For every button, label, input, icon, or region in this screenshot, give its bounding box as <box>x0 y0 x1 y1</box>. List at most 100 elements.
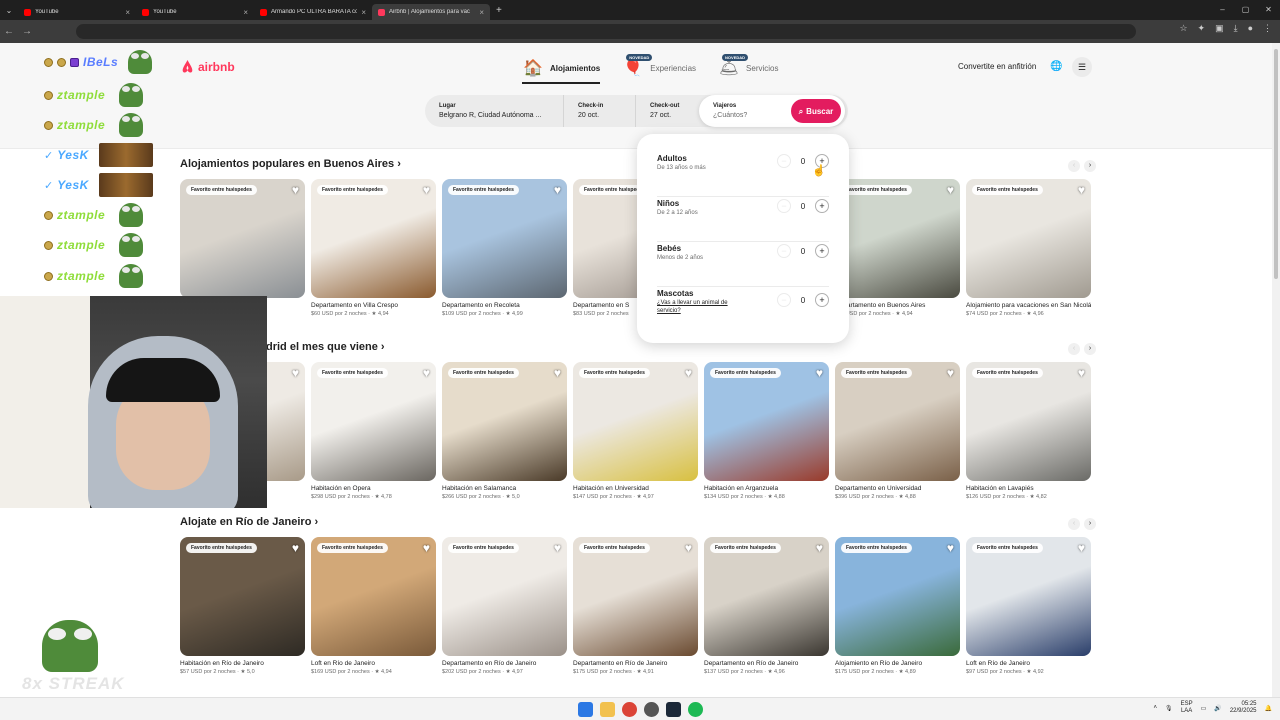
heart-icon[interactable]: ♥ <box>292 366 299 380</box>
heart-icon[interactable]: ♥ <box>554 366 561 380</box>
decrement-button[interactable]: − <box>777 244 791 258</box>
heart-icon[interactable]: ♥ <box>423 183 430 197</box>
tab-close-icon[interactable]: × <box>479 8 484 17</box>
browser-tab[interactable]: YouTube × <box>136 4 254 20</box>
listing-card[interactable]: Favorito entre huéspedes ♥ Habitación en L… <box>966 362 1091 501</box>
clock[interactable]: 05:25 22/9/2025 <box>1230 701 1257 715</box>
listing-card[interactable]: Favorito entre huéspedes ♥ Alojamiento par… <box>966 179 1091 318</box>
tab-servicios[interactable]: 🛎 NOVEDAD Servicios <box>718 53 779 83</box>
next-arrow-icon[interactable]: › <box>1084 343 1096 355</box>
puzzle-icon[interactable]: ▣ <box>1215 23 1224 34</box>
listing-card[interactable]: Favorito entre huéspedes ♥ Habitación en R… <box>180 537 305 676</box>
listing-photo[interactable]: Favorito entre huéspedes ♥ <box>311 537 436 656</box>
microphone-icon[interactable]: 🎙 <box>1165 705 1173 712</box>
listing-card[interactable]: Favorito entre huéspedes ♥ Departamento en… <box>573 537 698 676</box>
checkin-field[interactable]: Check-in 20 oct. <box>563 95 635 127</box>
increment-button[interactable]: + <box>815 199 829 213</box>
url-field[interactable] <box>76 24 1136 39</box>
decrement-button[interactable]: − <box>777 199 791 213</box>
place-field[interactable]: Lugar Belgrano R, Ciudad Autónoma ... <box>425 95 563 127</box>
listing-photo[interactable]: Favorito entre huéspedes ♥ <box>966 362 1091 481</box>
listing-photo[interactable]: Favorito entre huéspedes ♥ <box>180 179 305 298</box>
forward-icon[interactable]: → <box>18 26 36 37</box>
guests-field[interactable]: Viajeros ¿Cuántos? ⌕ Buscar <box>699 95 845 127</box>
checkout-field[interactable]: Check-out 27 oct. <box>635 95 699 127</box>
listing-card[interactable]: Favorito entre huéspedes ♥ Loft en Río de … <box>311 537 436 676</box>
listing-photo[interactable]: Favorito entre huéspedes ♥ <box>835 179 960 298</box>
profile-avatar[interactable]: ● <box>1248 23 1253 34</box>
decrement-button[interactable]: − <box>777 154 791 168</box>
increment-button[interactable]: + <box>815 244 829 258</box>
listing-photo[interactable]: Favorito entre huéspedes ♥ <box>835 537 960 656</box>
listing-photo[interactable]: Favorito entre huéspedes ♥ <box>704 537 829 656</box>
heart-icon[interactable]: ♥ <box>1078 541 1085 555</box>
heart-icon[interactable]: ♥ <box>292 183 299 197</box>
become-host-link[interactable]: Convertite en anfitrión <box>958 62 1036 71</box>
listing-card[interactable]: Favorito entre huéspedes ♥ Departamento en… <box>442 537 567 676</box>
browser-menu-icon[interactable]: ⋮ <box>1263 23 1272 34</box>
listing-photo[interactable]: Favorito entre huéspedes ♥ <box>573 537 698 656</box>
next-arrow-icon[interactable]: › <box>1084 518 1096 530</box>
listing-photo[interactable]: Favorito entre huéspedes ♥ <box>180 537 305 656</box>
increment-button[interactable]: + <box>815 293 829 307</box>
tab-close-icon[interactable]: × <box>243 8 248 17</box>
previous-arrow-icon[interactable]: ‹ <box>1068 518 1080 530</box>
listing-card[interactable]: Favorito entre huéspedes ♥ <box>180 179 305 302</box>
heart-icon[interactable]: ♥ <box>1078 183 1085 197</box>
back-icon[interactable]: ← <box>0 26 18 37</box>
heart-icon[interactable]: ♥ <box>1078 366 1085 380</box>
tab-close-icon[interactable]: × <box>125 8 130 17</box>
heart-icon[interactable]: ♥ <box>947 183 954 197</box>
listing-photo[interactable]: Favorito entre huéspedes ♥ <box>704 362 829 481</box>
volume-icon[interactable]: 🔊 <box>1214 705 1221 712</box>
heart-icon[interactable]: ♥ <box>554 183 561 197</box>
heart-icon[interactable]: ♥ <box>947 366 954 380</box>
listing-card[interactable]: Favorito entre huéspedes ♥ Habitación en U… <box>573 362 698 501</box>
scrollbar-thumb[interactable] <box>1274 49 1278 279</box>
listing-card[interactable]: Favorito entre huéspedes ♥ Departamento en… <box>835 362 960 501</box>
extension-icon[interactable]: ✦ <box>1198 23 1206 34</box>
page-scrollbar[interactable] <box>1272 43 1280 697</box>
listing-photo[interactable]: Favorito entre huéspedes ♥ <box>835 362 960 481</box>
windows-start-icon[interactable] <box>578 702 593 717</box>
steam-icon[interactable] <box>666 702 681 717</box>
listing-card[interactable]: Favorito entre huéspedes ♥ Habitación en S… <box>442 362 567 501</box>
listing-card[interactable]: Favorito entre huéspedes ♥ Departamento en… <box>311 179 436 318</box>
heart-icon[interactable]: ♥ <box>685 541 692 555</box>
minimize-button[interactable]: – <box>1211 0 1234 20</box>
listing-card[interactable]: Favorito entre huéspedes ♥ Habitación en A… <box>704 362 829 501</box>
network-icon[interactable]: ▭ <box>1201 705 1207 712</box>
heart-icon[interactable]: ♥ <box>947 541 954 555</box>
listing-card[interactable]: Favorito entre huéspedes ♥ Habitación en O… <box>311 362 436 501</box>
chrome-icon[interactable] <box>622 702 637 717</box>
tab-close-icon[interactable]: × <box>361 8 366 17</box>
browser-tab[interactable]: YouTube × <box>18 4 136 20</box>
browser-tab[interactable]: Armando PC ULTRA BARATA co × <box>254 4 372 20</box>
hamburger-menu-button[interactable]: ☰ <box>1072 57 1092 77</box>
listing-photo[interactable]: Favorito entre huéspedes ♥ <box>573 362 698 481</box>
heart-icon[interactable]: ♥ <box>685 366 692 380</box>
previous-arrow-icon[interactable]: ‹ <box>1068 343 1080 355</box>
close-window-button[interactable]: ✕ <box>1257 0 1280 20</box>
notification-icon[interactable]: 🔔 <box>1265 705 1272 712</box>
decrement-button[interactable]: − <box>777 293 791 307</box>
listing-photo[interactable]: Favorito entre huéspedes ♥ <box>442 537 567 656</box>
listing-photo[interactable]: Favorito entre huéspedes ♥ <box>442 362 567 481</box>
tab-alojamientos[interactable]: 🏠 Alojamientos <box>522 53 601 84</box>
listing-card[interactable]: Favorito entre huéspedes ♥ Loft en Río de … <box>966 537 1091 676</box>
listing-photo[interactable]: Favorito entre huéspedes ♥ <box>966 179 1091 298</box>
section-title[interactable]: Alojamientos populares en Buenos Aires › <box>180 158 401 170</box>
listing-photo[interactable]: Favorito entre huéspedes ♥ <box>311 362 436 481</box>
new-tab-button[interactable]: + <box>496 5 502 16</box>
file-explorer-icon[interactable] <box>600 702 615 717</box>
heart-icon[interactable]: ♥ <box>816 366 823 380</box>
browser-tab[interactable]: Airbnb | Alojamientos para vac × <box>372 4 490 20</box>
tab-search-icon[interactable]: ⌄ <box>0 6 18 15</box>
section-title[interactable]: Alojate en Río de Janeiro › <box>180 516 318 528</box>
search-button[interactable]: ⌕ Buscar <box>791 99 841 123</box>
heart-icon[interactable]: ♥ <box>554 541 561 555</box>
airbnb-logo[interactable]: airbnb <box>180 59 235 74</box>
listing-card[interactable]: Favorito entre huéspedes ♥ Alojamiento en … <box>835 537 960 676</box>
listing-photo[interactable]: Favorito entre huéspedes ♥ <box>442 179 567 298</box>
tray-chevron-icon[interactable]: ˄ <box>1154 705 1158 711</box>
